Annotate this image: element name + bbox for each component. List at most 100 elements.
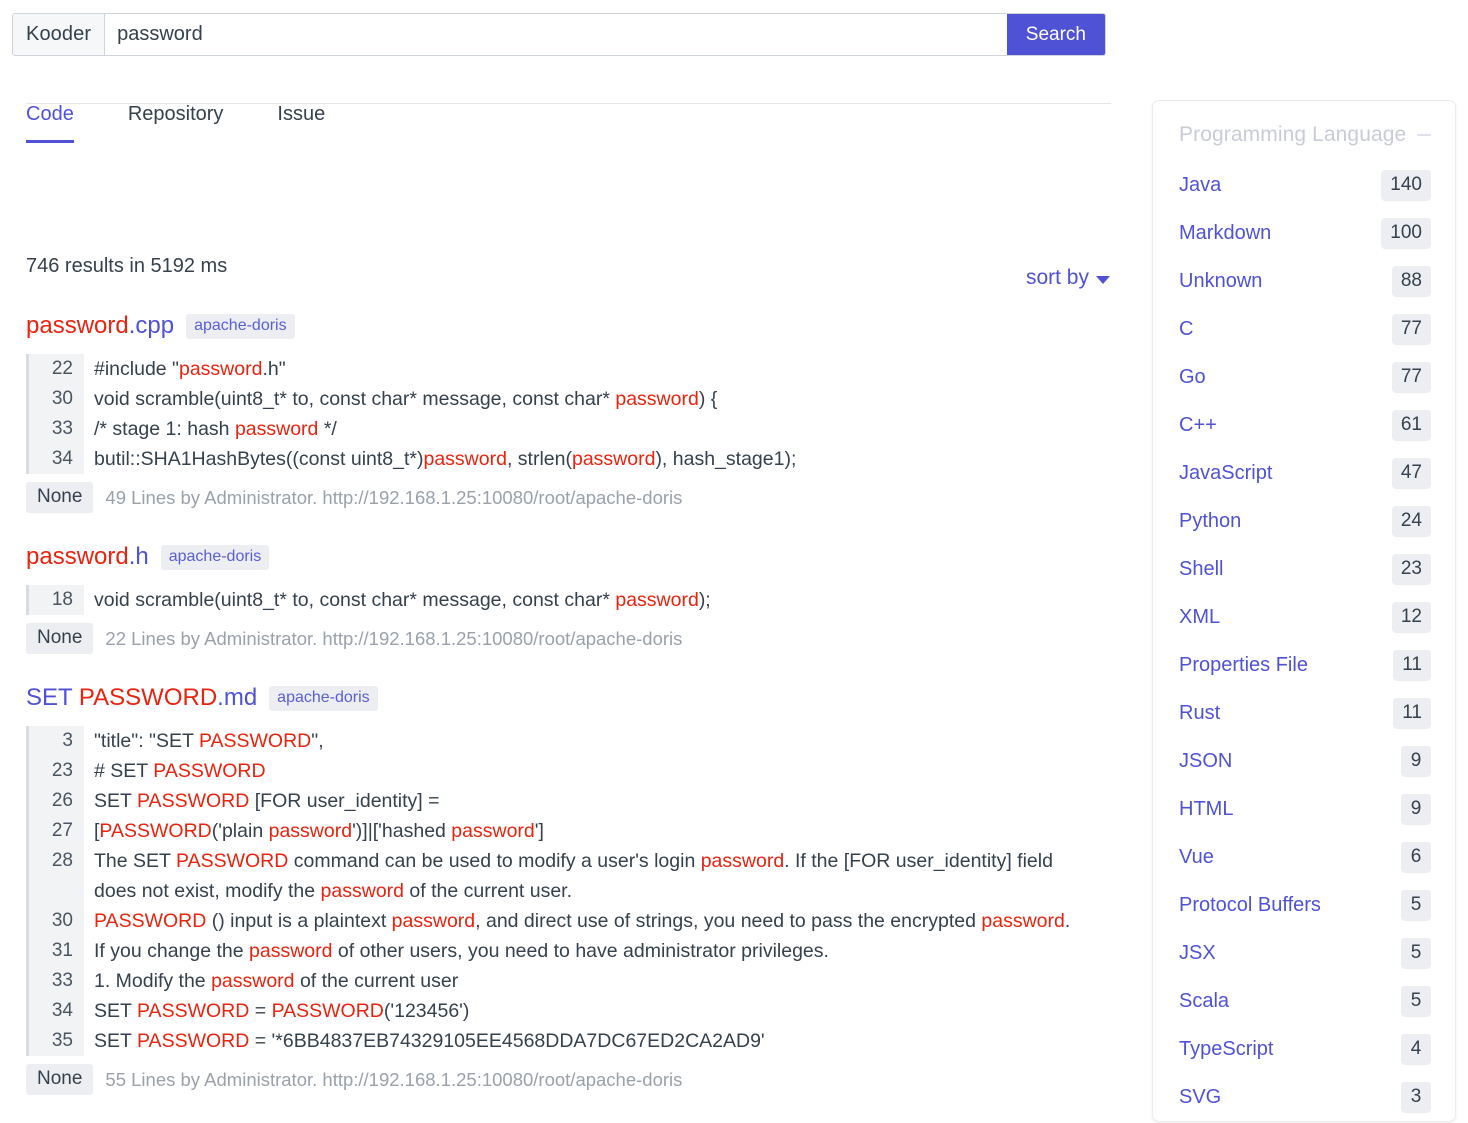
text-fragment: SET <box>94 790 137 812</box>
text-fragment: void scramble(uint8_t* to, const char* m… <box>94 589 615 611</box>
search-button[interactable]: Search <box>1007 14 1105 55</box>
language-facet-html[interactable]: HTML9 <box>1179 785 1431 833</box>
panel-title: Programming Language <box>1179 123 1406 147</box>
highlight-term: PASSWORD <box>99 820 211 842</box>
line-number: 23 <box>29 756 84 786</box>
result-footer: None22 Lines by Administrator. http://19… <box>26 623 1096 654</box>
language-count: 11 <box>1393 698 1431 729</box>
language-facet-xml[interactable]: XML12 <box>1179 593 1431 641</box>
result-footer: None 49 Lines by Administrator. http://19… <box>26 482 1096 513</box>
language-facet-c[interactable]: C77 <box>1179 305 1431 353</box>
tab-code[interactable]: Code <box>26 103 74 143</box>
language-facet-javascript[interactable]: JavaScript47 <box>1179 449 1431 497</box>
language-facet-scala[interactable]: Scala5 <box>1179 977 1431 1025</box>
text-fragment: ')]|['hashed <box>352 820 451 842</box>
text-fragment: command can be used to modify a user's l… <box>288 850 700 872</box>
text-fragment: void scramble(uint8_t* to, const char* m… <box>94 388 615 410</box>
text-fragment: '] <box>535 820 544 842</box>
language-count: 24 <box>1392 506 1431 537</box>
highlight-term: password <box>211 970 294 992</box>
result-meta-text: 49 Lines by Administrator. http://192.16… <box>105 487 682 509</box>
programming-language-panel: Programming Language Java 140 Markdown100U… <box>1152 100 1456 1122</box>
language-name: JSON <box>1179 750 1232 773</box>
language-count: 6 <box>1401 842 1431 873</box>
text-fragment: of the current user <box>295 970 459 992</box>
text-fragment: 1. Modify the <box>94 970 211 992</box>
language-facet-jsx[interactable]: JSX5 <box>1179 929 1431 977</box>
line-number: 26 <box>29 786 84 816</box>
language-facet-typescript[interactable]: TypeScript4 <box>1179 1025 1431 1073</box>
highlight-term: password <box>423 448 506 470</box>
results-count: 746 results in 5192 ms <box>26 255 227 278</box>
language-count: 5 <box>1401 938 1431 969</box>
text-fragment: .h <box>129 543 149 570</box>
result-title-link[interactable]: password.hapache-doris <box>26 541 1096 573</box>
code-line: 33/* stage 1: hash password */ <box>29 414 1096 444</box>
code-text: SET PASSWORD = PASSWORD('123456') <box>84 996 1096 1026</box>
language-facet-c-[interactable]: C++61 <box>1179 401 1431 449</box>
highlight-term: PASSWORD <box>272 1000 384 1022</box>
language-name: Java <box>1179 174 1221 197</box>
brand-label: Kooder <box>13 14 105 55</box>
language-facet-protocol-buffers[interactable]: Protocol Buffers5 <box>1179 881 1431 929</box>
highlight-term: PASSWORD <box>137 790 249 812</box>
language-chip: None <box>26 482 93 513</box>
highlight-term: password <box>615 589 698 611</box>
language-facet-go[interactable]: Go77 <box>1179 353 1431 401</box>
text-fragment: /* stage 1: hash <box>94 418 235 440</box>
line-number: 31 <box>29 936 84 966</box>
search-bar: Kooder Search <box>12 13 1106 56</box>
line-number: 22 <box>29 354 84 384</box>
language-facet-markdown[interactable]: Markdown100 <box>1179 209 1431 257</box>
language-facet-vue[interactable]: Vue6 <box>1179 833 1431 881</box>
code-text: [PASSWORD('plain password')]|['hashed pa… <box>84 816 1096 846</box>
panel-header: Programming Language <box>1179 123 1431 147</box>
highlight-term: password <box>615 388 698 410</box>
highlight-term: password <box>249 940 332 962</box>
text-fragment: of the current user. <box>404 880 572 902</box>
chevron-down-icon <box>1096 276 1110 284</box>
text-fragment: "title": "SET <box>94 730 199 752</box>
line-number: 34 <box>29 444 84 474</box>
language-facet-python[interactable]: Python24 <box>1179 497 1431 545</box>
code-line: 331. Modify the password of the current … <box>29 966 1096 996</box>
collapse-icon[interactable] <box>1417 134 1431 136</box>
result-title-link[interactable]: SET PASSWORD.mdapache-doris <box>26 682 1096 714</box>
language-count: 140 <box>1381 170 1431 201</box>
text-fragment: # SET <box>94 760 153 782</box>
line-number: 30 <box>29 384 84 414</box>
code-text: SET PASSWORD = '*6BB4837EB74329105EE4568… <box>84 1026 1096 1056</box>
repository-badge[interactable]: apache-doris <box>269 686 378 711</box>
text-fragment: . <box>1065 910 1070 932</box>
language-count: 47 <box>1392 458 1431 489</box>
highlight-term: PASSWORD <box>176 850 288 872</box>
highlight-term: PASSWORD <box>79 684 217 711</box>
language-facet-svg[interactable]: SVG3 <box>1179 1073 1431 1121</box>
result-title-link[interactable]: password.cppapache-doris <box>26 310 1096 342</box>
tab-issue[interactable]: Issue <box>277 103 325 143</box>
search-input[interactable] <box>105 14 1007 55</box>
language-facet-unknown[interactable]: Unknown88 <box>1179 257 1431 305</box>
text-fragment: */ <box>318 418 336 440</box>
language-facet-java[interactable]: Java 140 <box>1179 161 1431 209</box>
language-facet-json[interactable]: JSON9 <box>1179 737 1431 785</box>
highlight-term: password <box>572 448 655 470</box>
language-facet-shell[interactable]: Shell23 <box>1179 545 1431 593</box>
sort-by-button[interactable]: sort by <box>1026 266 1110 290</box>
language-name: C <box>1179 318 1193 341</box>
text-fragment: , strlen( <box>507 448 572 470</box>
language-facet-rust[interactable]: Rust11 <box>1179 689 1431 737</box>
highlight-term: password <box>451 820 534 842</box>
text-fragment: .md <box>217 684 257 711</box>
repository-badge[interactable]: apache-doris <box>161 545 270 570</box>
repository-badge[interactable]: apache-doris <box>186 314 295 339</box>
highlight-term: password <box>321 880 404 902</box>
language-name: SVG <box>1179 1086 1221 1109</box>
language-count: 100 <box>1381 218 1431 249</box>
language-facet-properties-file[interactable]: Properties File11 <box>1179 641 1431 689</box>
tab-repository[interactable]: Repository <box>128 103 224 143</box>
code-line: 28The SET PASSWORD command can be used t… <box>29 846 1096 906</box>
line-number: 27 <box>29 816 84 846</box>
search-result: password.hapache-doris18void scramble(ui… <box>26 541 1096 654</box>
text-fragment: butil::SHA1HashBytes((const uint8_t*) <box>94 448 423 470</box>
